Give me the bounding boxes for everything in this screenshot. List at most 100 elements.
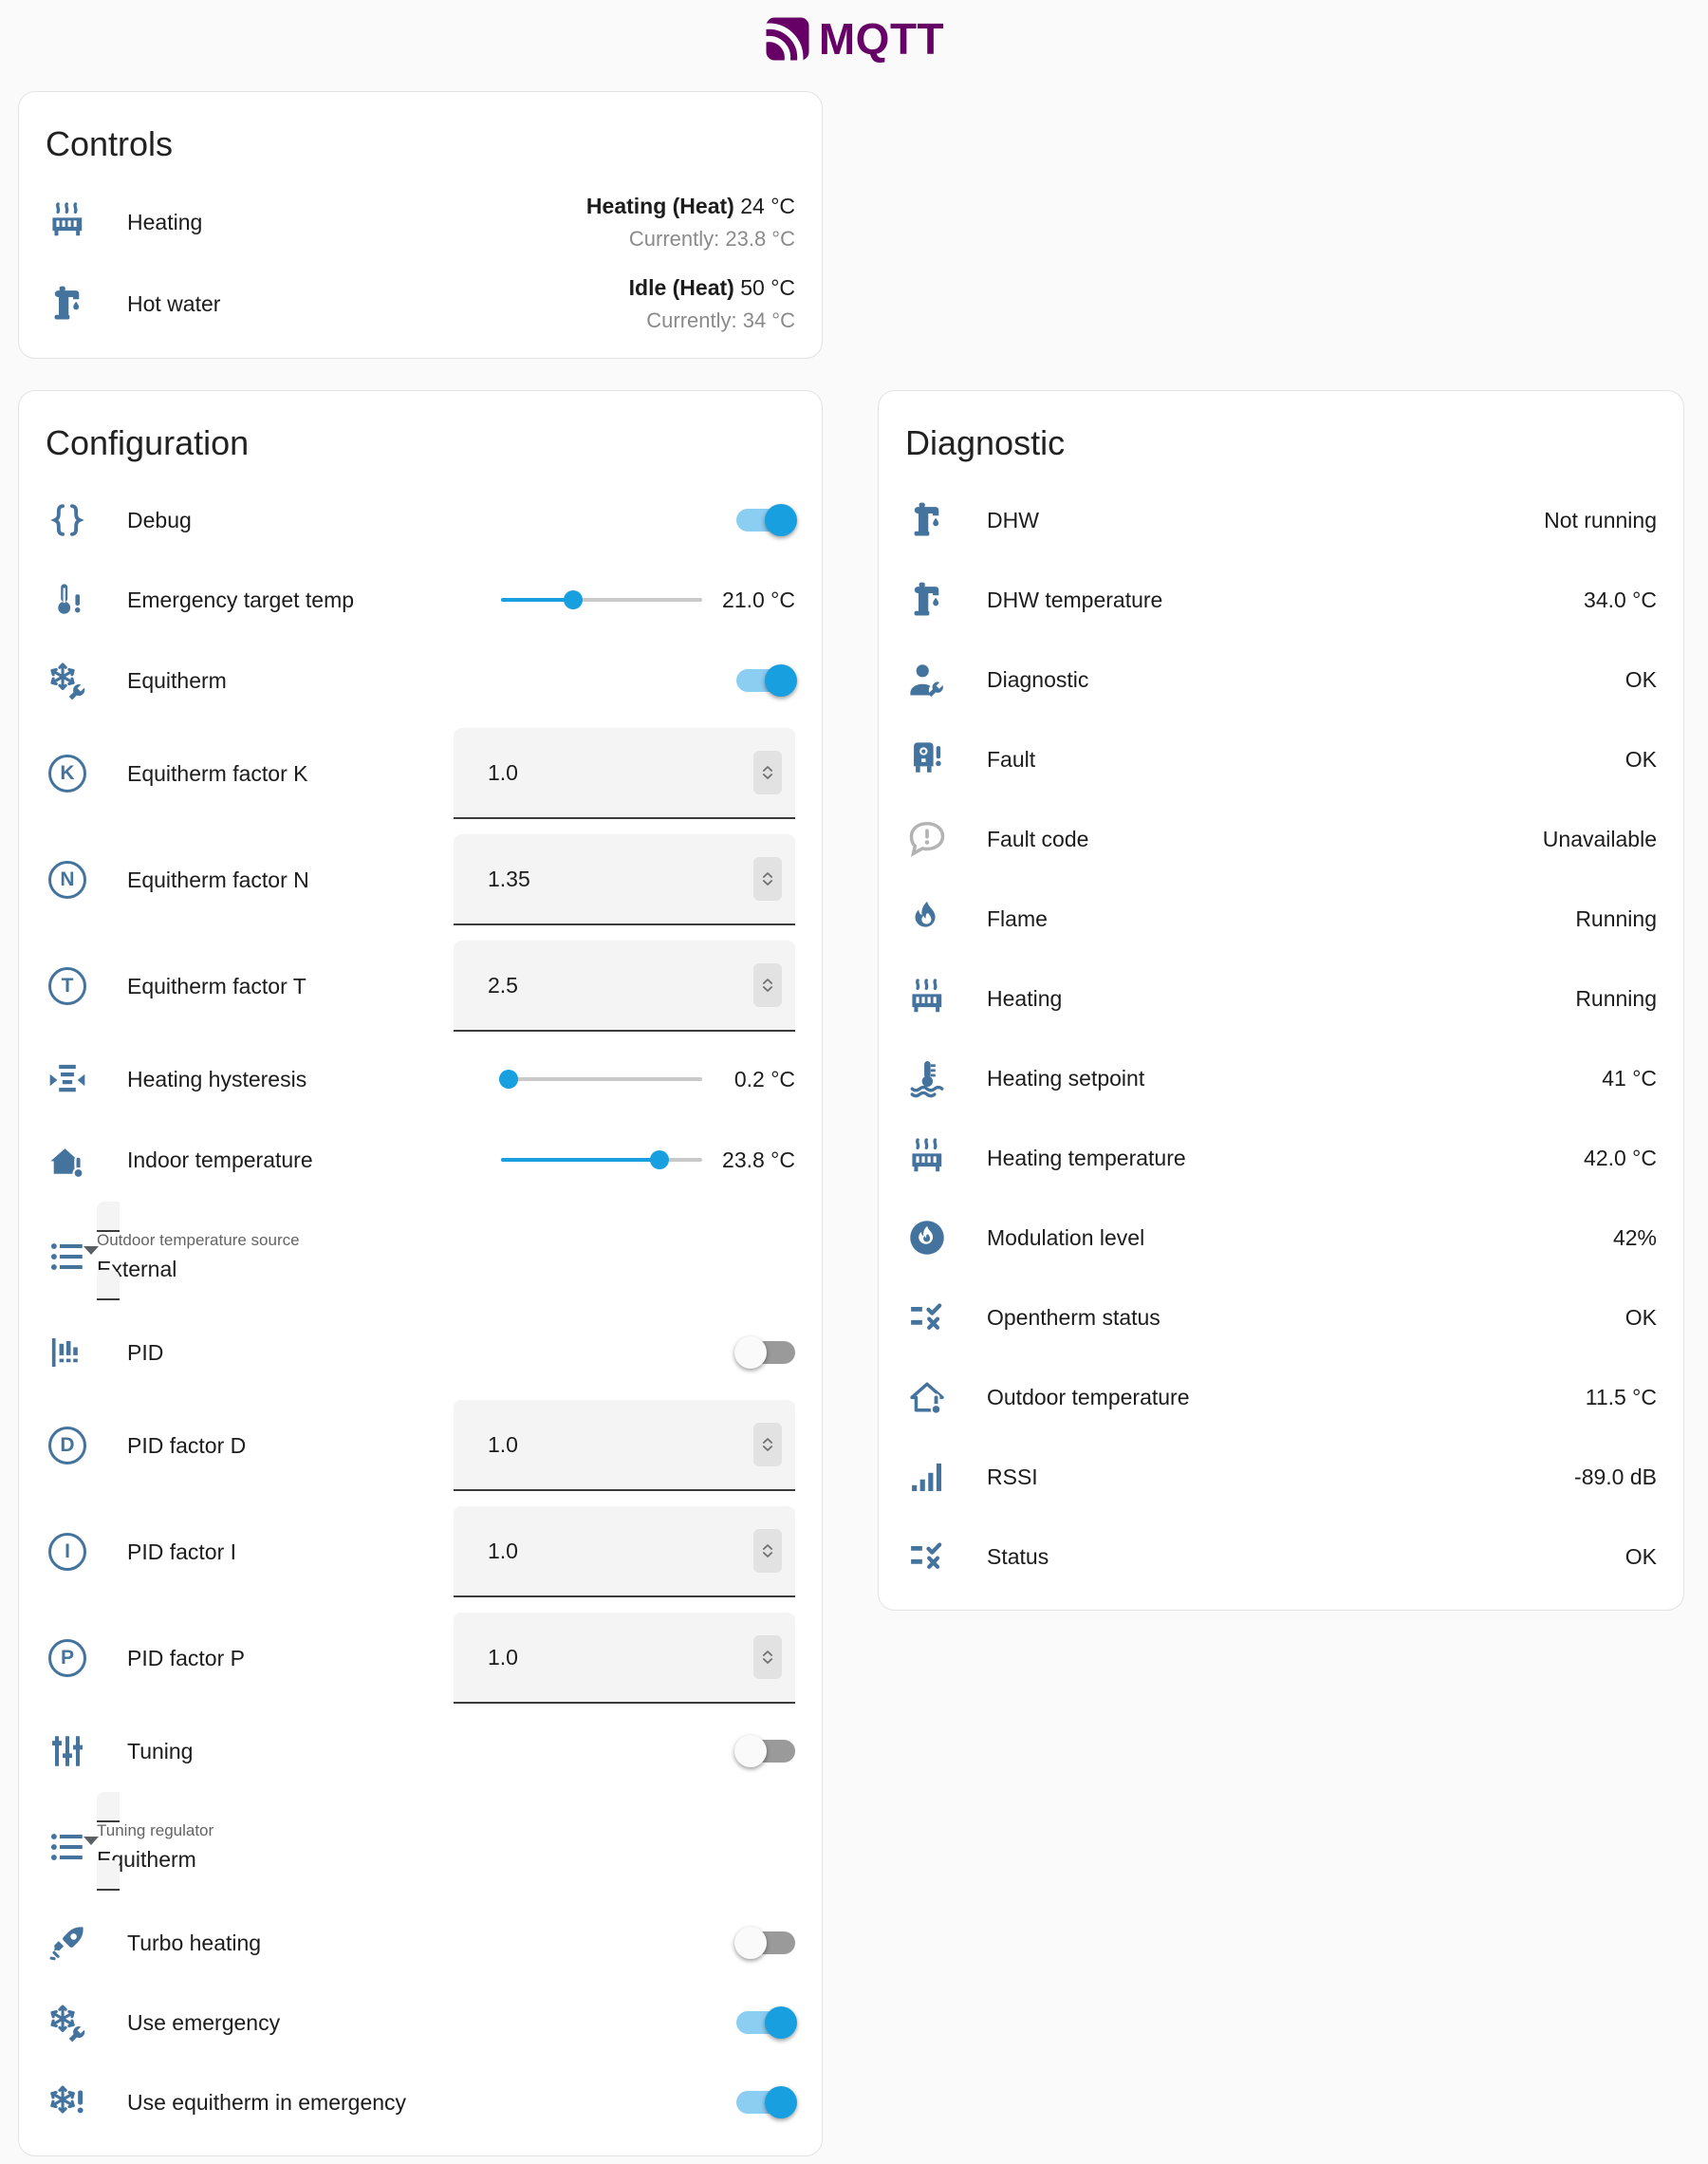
- dropdown-arrow-icon: [84, 1837, 99, 1845]
- diag-row-dhw-temperature[interactable]: DHW temperature 34.0 °C: [879, 560, 1683, 640]
- tuning-regulator-select[interactable]: Tuning regulator Equitherm: [97, 1792, 795, 1891]
- number-value: 1.0: [488, 1432, 753, 1458]
- hot-water-climate-row[interactable]: Hot water Idle (Heat) 50 °C Currently: 3…: [19, 263, 822, 345]
- select-value: Equitherm: [97, 1847, 795, 1873]
- alpha-i-circle-icon: I: [46, 1533, 89, 1571]
- setting-label: Debug: [127, 508, 192, 533]
- debug-toggle[interactable]: [736, 508, 795, 532]
- config-row-equitherm-factor-k: K Equitherm factor K 1.0: [19, 720, 822, 827]
- alpha-t-circle-icon: T: [46, 967, 89, 1005]
- indoor-temperature-slider[interactable]: [501, 1150, 702, 1169]
- thermometer-water-icon: [905, 1057, 949, 1099]
- sensor-value: -89.0 dB: [1574, 1464, 1657, 1490]
- water-pump-icon: [46, 283, 89, 325]
- diag-row-rssi[interactable]: RSSI -89.0 dB: [879, 1437, 1683, 1517]
- config-row-equitherm-factor-n: N Equitherm factor N 1.35: [19, 827, 822, 933]
- outdoor-temperature-source-select[interactable]: Outdoor temperature source External: [97, 1202, 795, 1300]
- turbo-heating-toggle[interactable]: [736, 1931, 795, 1955]
- code-braces-icon: [46, 499, 89, 541]
- setting-label: PID factor I: [127, 1539, 236, 1565]
- emergency-target-temp-slider[interactable]: [501, 590, 702, 609]
- sensor-label: Heating setpoint: [987, 1066, 1144, 1091]
- diag-row-opentherm-status[interactable]: Opentherm status OK: [879, 1278, 1683, 1357]
- sensor-label: Modulation level: [987, 1225, 1144, 1251]
- heating-hysteresis-slider[interactable]: [501, 1070, 702, 1089]
- number-stepper[interactable]: [753, 751, 782, 794]
- climate-state: Idle (Heat) 50 °C Currently: 34 °C: [629, 271, 795, 337]
- diag-row-status[interactable]: Status OK: [879, 1517, 1683, 1596]
- message-alert-icon: [905, 818, 949, 860]
- home-thermometer-outline-icon: [905, 1376, 949, 1418]
- config-row-pid-factor-d: D PID factor D 1.0: [19, 1392, 822, 1499]
- format-list-icon: [46, 1826, 89, 1868]
- format-list-icon: [46, 1236, 89, 1278]
- select-value: External: [97, 1257, 795, 1282]
- alpha-p-circle-icon: P: [46, 1639, 89, 1677]
- setting-label: Tuning: [127, 1739, 193, 1764]
- water-boiler-alert-icon: [905, 738, 949, 780]
- diag-row-heating[interactable]: Heating Running: [879, 959, 1683, 1038]
- fire-circle-icon: [905, 1217, 949, 1259]
- sensor-label: Heating: [987, 986, 1062, 1012]
- setting-label: Equitherm: [127, 668, 227, 694]
- config-row-equitherm-factor-t: T Equitherm factor T 2.5: [19, 933, 822, 1039]
- sensor-value: 41 °C: [1602, 1066, 1657, 1091]
- number-stepper[interactable]: [753, 857, 782, 901]
- diag-row-heating-setpoint[interactable]: Heating setpoint 41 °C: [879, 1038, 1683, 1118]
- pid-factor-i-input[interactable]: 1.0: [454, 1506, 795, 1597]
- use-equitherm-in-emergency-toggle[interactable]: [736, 2090, 795, 2115]
- number-value: 2.5: [488, 973, 753, 998]
- fire-icon: [905, 898, 949, 940]
- setting-label: Indoor temperature: [127, 1147, 313, 1173]
- setting-label: Use emergency: [127, 2010, 280, 2036]
- chart-icon: [46, 1332, 89, 1373]
- config-row-pid-factor-i: I PID factor I 1.0: [19, 1499, 822, 1605]
- water-pump-icon: [905, 579, 949, 621]
- radiator-icon: [46, 201, 89, 243]
- signal-icon: [905, 1456, 949, 1498]
- hysteresis-icon: [46, 1059, 89, 1101]
- config-row-turbo-heating: Turbo heating: [19, 1903, 822, 1983]
- select-label: Tuning regulator: [97, 1821, 795, 1840]
- config-row-emergency-target-temp: Emergency target temp 21.0 °C: [19, 560, 822, 641]
- number-stepper[interactable]: [753, 963, 782, 1007]
- controls-card: Controls Heating Heating (Heat) 24 °C Cu…: [18, 91, 823, 359]
- climate-target: 50 °C: [740, 275, 795, 300]
- diag-row-fault[interactable]: Fault OK: [879, 719, 1683, 799]
- configuration-card: Configuration Debug Emergency target tem…: [18, 390, 823, 2156]
- number-value: 1.0: [488, 1539, 753, 1564]
- number-stepper[interactable]: [753, 1529, 782, 1573]
- setting-label: PID factor D: [127, 1433, 246, 1459]
- diag-row-flame[interactable]: Flame Running: [879, 879, 1683, 959]
- sensor-label: Opentherm status: [987, 1305, 1160, 1331]
- diag-row-diagnostic[interactable]: Diagnostic OK: [879, 640, 1683, 719]
- sensor-label: RSSI: [987, 1464, 1038, 1490]
- sensor-label: Status: [987, 1544, 1049, 1570]
- diag-row-heating-temperature[interactable]: Heating temperature 42.0 °C: [879, 1118, 1683, 1198]
- config-row-pid: PID: [19, 1313, 822, 1392]
- pid-factor-d-input[interactable]: 1.0: [454, 1400, 795, 1491]
- diag-row-modulation-level[interactable]: Modulation level 42%: [879, 1198, 1683, 1278]
- number-stepper[interactable]: [753, 1423, 782, 1466]
- slider-value: 21.0 °C: [719, 587, 795, 615]
- pid-factor-p-input[interactable]: 1.0: [454, 1613, 795, 1704]
- diag-row-outdoor-temperature[interactable]: Outdoor temperature 11.5 °C: [879, 1357, 1683, 1437]
- tuning-toggle[interactable]: [736, 1739, 795, 1763]
- equitherm-factor-t-input[interactable]: 2.5: [454, 941, 795, 1032]
- sensor-value: Running: [1575, 906, 1657, 932]
- equitherm-factor-n-input[interactable]: 1.35: [454, 834, 795, 925]
- heating-climate-row[interactable]: Heating Heating (Heat) 24 °C Currently: …: [19, 181, 822, 263]
- config-row-indoor-temperature: Indoor temperature 23.8 °C: [19, 1120, 822, 1201]
- equitherm-factor-k-input[interactable]: 1.0: [454, 728, 795, 819]
- sensor-label: Flame: [987, 906, 1048, 932]
- pid-toggle[interactable]: [736, 1340, 795, 1365]
- setting-label: Heating hysteresis: [127, 1067, 306, 1092]
- config-row-tuning: Tuning: [19, 1711, 822, 1791]
- diag-row-dhw[interactable]: DHW Not running: [879, 480, 1683, 560]
- alpha-n-circle-icon: N: [46, 861, 89, 899]
- use-emergency-toggle[interactable]: [736, 2010, 795, 2035]
- number-stepper[interactable]: [753, 1635, 782, 1679]
- thermometer-alert-icon: [46, 580, 89, 622]
- equitherm-toggle[interactable]: [736, 668, 795, 693]
- diag-row-fault-code[interactable]: Fault code Unavailable: [879, 799, 1683, 879]
